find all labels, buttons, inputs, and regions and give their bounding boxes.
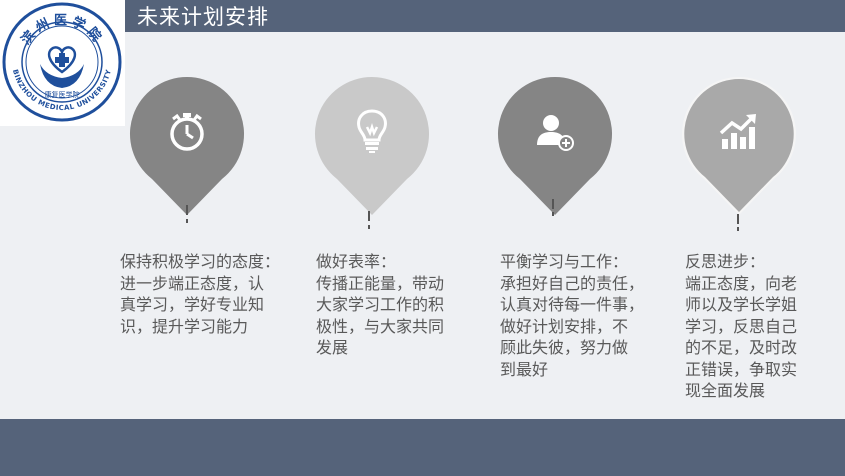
card-line: 进一步端正态度，认 bbox=[120, 273, 265, 293]
plan-card-1: 保持积极学习的态度： 进一步端正态度，认 真学习，学好专业知 识，提升学习能力 bbox=[120, 251, 295, 337]
card-line: 做好计划安排，不 bbox=[500, 316, 629, 336]
pin-marker-4 bbox=[681, 73, 797, 233]
plan-card-3: 平衡学习与工作： 承担好自己的责任， 认真对待每一件事， 做好计划安排，不 顾此… bbox=[500, 251, 675, 380]
pin-marker-3 bbox=[497, 73, 613, 233]
card-line: 极性，与大家共同 bbox=[316, 316, 445, 336]
card-line: 认真对待每一件事， bbox=[500, 295, 645, 314]
card-line: 端正态度，向老 bbox=[685, 273, 798, 293]
plan-card-2: 做好表率： 传播正能量，带动 大家学习工作的积 极性，与大家共同 发展 bbox=[316, 251, 491, 359]
stopwatch-icon bbox=[163, 107, 211, 155]
card-line: 现全面发展 bbox=[685, 381, 766, 400]
pin-marker-1 bbox=[129, 73, 245, 233]
card-line: 传播正能量，带动 bbox=[316, 273, 445, 293]
footer-band bbox=[0, 419, 845, 476]
lightbulb-icon bbox=[348, 107, 396, 155]
card-line: 的不足，及时改 bbox=[685, 338, 798, 357]
university-logo: 滨州医学院 BINZHOU MEDICAL UNIVERSITY 康复医学院 bbox=[0, 0, 125, 126]
pin-marker-2 bbox=[314, 73, 430, 233]
card-line: 真学习，学好专业知 bbox=[120, 295, 265, 314]
card-heading: 反思进步： bbox=[685, 252, 766, 271]
card-heading: 做好表率： bbox=[316, 252, 397, 271]
card-line: 顾此失彼，努力做 bbox=[500, 338, 629, 357]
card-line: 承担好自己的责任， bbox=[500, 273, 645, 293]
card-line: 师以及学长学姐 bbox=[685, 295, 798, 314]
title-band bbox=[0, 0, 845, 32]
card-line: 学习，反思自己 bbox=[685, 316, 798, 336]
card-line: 到最好 bbox=[500, 359, 549, 379]
add-user-icon bbox=[531, 107, 579, 155]
slide-title: 未来计划安排 bbox=[137, 5, 269, 29]
card-heading: 保持积极学习的态度： bbox=[120, 252, 281, 271]
card-line: 正错误，争取实 bbox=[685, 359, 798, 379]
card-heading: 平衡学习与工作： bbox=[500, 252, 629, 271]
growth-chart-icon bbox=[715, 107, 763, 155]
svg-text:康复医学院: 康复医学院 bbox=[45, 90, 80, 99]
card-line: 识，提升学习能力 bbox=[120, 316, 249, 336]
card-line: 发展 bbox=[316, 338, 349, 357]
card-line: 大家学习工作的积 bbox=[316, 295, 445, 314]
plan-card-4: 反思进步： 端正态度，向老 师以及学长学姐 学习，反思自己 的不足，及时改 正错… bbox=[685, 251, 845, 402]
